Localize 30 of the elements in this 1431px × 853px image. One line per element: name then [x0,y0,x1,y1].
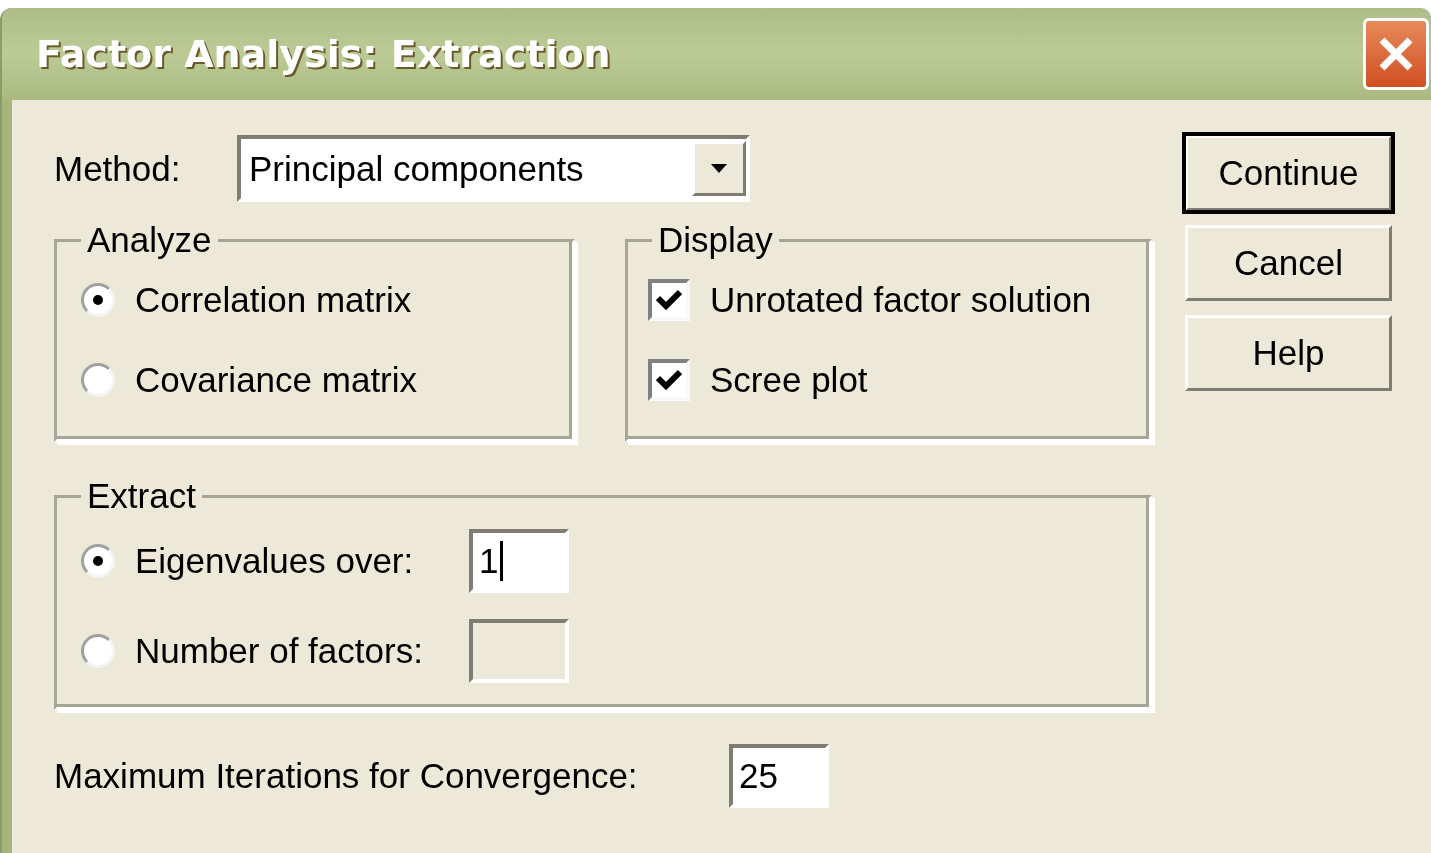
group-title: Extract [86,476,197,516]
window-title: Factor Analysis: Extraction [36,32,611,76]
dialog-button[interactable]: Cancel [1185,225,1392,301]
radio-button[interactable] [81,283,115,317]
radio-label: Eigenvalues over: [135,541,414,581]
check-icon [656,288,682,312]
checkbox-label: Unrotated factor solution [710,280,1092,320]
radio-button[interactable] [81,363,115,397]
dialog-button[interactable]: Help [1185,315,1392,391]
checkbox-label: Scree plot [710,360,868,400]
radio-label: Correlation matrix [135,280,412,320]
iterations-label: Maximum Iterations for Convergence: [54,756,639,796]
group-title: Display [657,220,774,260]
radio-label: Covariance matrix [135,360,418,400]
dropdown-button[interactable] [692,141,746,196]
dropdown-value: Principal components [249,148,584,189]
radio-label: Number of factors: [135,631,423,671]
checkbox[interactable] [648,359,690,401]
number-field[interactable]: 25 [729,744,829,808]
number-field[interactable]: 1 [469,529,569,593]
group-title: Analyze [86,220,213,260]
checkbox[interactable] [648,279,690,321]
dialog-button[interactable]: Continue [1185,135,1392,211]
caret-icon [711,164,727,173]
method-label: Method: [54,148,182,189]
method-dropdown[interactable]: Principal components [237,135,750,202]
close-icon [1377,35,1415,73]
radio-button[interactable] [81,544,115,578]
check-icon [656,368,682,392]
close-button[interactable] [1363,18,1429,90]
